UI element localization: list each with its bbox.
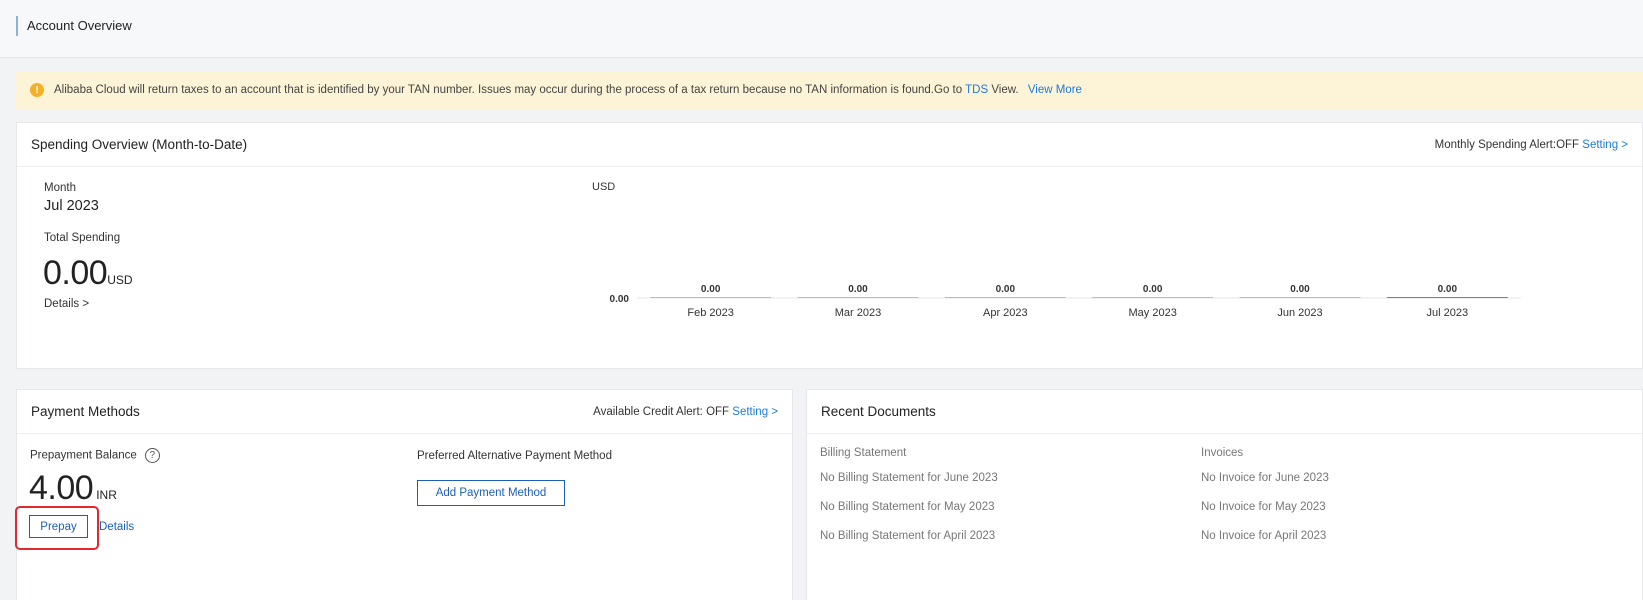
billing-item: No Billing Statement for May 2023 bbox=[820, 501, 995, 513]
chart-x-tick-label: Jul 2023 bbox=[1427, 307, 1469, 319]
chart-bar bbox=[1386, 297, 1508, 298]
page-header: Account Overview bbox=[0, 0, 1643, 58]
notice-view-text: View. bbox=[988, 84, 1019, 96]
total-spending-label: Total Spending bbox=[44, 232, 121, 244]
preferred-payment-label: Preferred Alternative Payment Method bbox=[417, 450, 612, 462]
help-icon[interactable]: ? bbox=[144, 448, 160, 463]
view-more-link[interactable]: View More bbox=[1028, 84, 1082, 96]
chart-x-tick-label: May 2023 bbox=[1129, 307, 1177, 319]
prepayment-balance-label-row: Prepayment Balance? bbox=[30, 448, 160, 463]
documents-card-header: Recent Documents bbox=[807, 390, 1642, 434]
invoices-header: Invoices bbox=[1201, 447, 1244, 459]
chart-x-tick-label: Feb 2023 bbox=[687, 307, 733, 319]
total-spending-value: 0.00 bbox=[43, 254, 108, 292]
credit-alert: Available Credit Alert: OFF Setting > bbox=[593, 406, 778, 418]
prepayment-balance-label: Prepayment Balance bbox=[30, 449, 137, 462]
notice-text-wrap: Alibaba Cloud will return taxes to an ac… bbox=[54, 84, 1082, 96]
payment-card-header: Payment Methods Available Credit Alert: … bbox=[17, 390, 792, 434]
total-spending-unit: USD bbox=[107, 273, 133, 287]
month-label: Month bbox=[44, 182, 76, 194]
chart-bar bbox=[797, 297, 919, 298]
billing-item: No Billing Statement for April 2023 bbox=[820, 530, 996, 542]
documents-title: Recent Documents bbox=[821, 404, 936, 419]
billing-item: No Billing Statement for June 2023 bbox=[820, 472, 998, 484]
tax-notice-banner: ! Alibaba Cloud will return taxes to an … bbox=[16, 71, 1643, 109]
prepay-button[interactable]: Prepay bbox=[29, 515, 88, 538]
chart-data-label: 0.00 bbox=[848, 284, 868, 295]
chart-data-label: 0.00 bbox=[1438, 284, 1458, 295]
credit-alert-text: Available Credit Alert: OFF bbox=[593, 405, 730, 418]
credit-alert-setting-link[interactable]: Setting > bbox=[732, 406, 778, 418]
chart-data-label: 0.00 bbox=[1290, 284, 1310, 295]
invoice-item: No Invoice for May 2023 bbox=[1201, 501, 1326, 513]
payment-title: Payment Methods bbox=[31, 404, 140, 419]
spending-overview-card: Spending Overview (Month-to-Date) Monthl… bbox=[16, 122, 1643, 369]
payment-details-link[interactable]: Details bbox=[99, 521, 134, 533]
tds-link[interactable]: TDS bbox=[965, 84, 988, 96]
chart-x-tick-label: Mar 2023 bbox=[835, 307, 881, 319]
chart-data-label: 0.00 bbox=[996, 284, 1016, 295]
page-title: Account Overview bbox=[16, 16, 132, 36]
invoice-item: No Invoice for June 2023 bbox=[1201, 472, 1329, 484]
spending-title: Spending Overview (Month-to-Date) bbox=[31, 137, 248, 152]
spending-card-header: Spending Overview (Month-to-Date) Monthl… bbox=[17, 123, 1642, 167]
chart-bar bbox=[650, 297, 772, 298]
spending-details-link[interactable]: Details > bbox=[44, 298, 89, 310]
payment-methods-card: Payment Methods Available Credit Alert: … bbox=[15, 389, 793, 600]
chart-y-tick-label: 0.00 bbox=[610, 294, 630, 305]
chart-bar bbox=[1239, 297, 1361, 298]
chart-bar bbox=[1092, 297, 1214, 298]
billing-statement-header: Billing Statement bbox=[820, 447, 907, 459]
add-payment-method-button[interactable]: Add Payment Method bbox=[417, 480, 565, 506]
chart-x-tick-label: Jun 2023 bbox=[1277, 307, 1322, 319]
chart-x-tick-label: Apr 2023 bbox=[983, 307, 1028, 319]
monthly-spending-chart: USD 0.00 0.00 Feb 2023 0.00 Mar 2023 0.00 Apr 2… bbox=[592, 181, 1521, 319]
chart-data-label: 0.00 bbox=[701, 284, 721, 295]
monthly-alert-text: Monthly Spending Alert:OFF bbox=[1434, 138, 1580, 151]
monthly-alert-setting-link[interactable]: Setting > bbox=[1582, 139, 1628, 151]
chart-y-unit-label: USD bbox=[592, 181, 615, 193]
total-spending-amount: 0.00USD bbox=[43, 254, 133, 293]
chart-bar bbox=[944, 297, 1066, 298]
prepayment-balance-value: 4.00 bbox=[29, 469, 94, 507]
recent-documents-card: Recent Documents Billing Statement Invoi… bbox=[806, 389, 1643, 600]
invoice-item: No Invoice for April 2023 bbox=[1201, 530, 1327, 542]
month-value: Jul 2023 bbox=[44, 198, 99, 214]
chart-data-label: 0.00 bbox=[1143, 284, 1163, 295]
warning-icon: ! bbox=[30, 83, 44, 97]
monthly-alert: Monthly Spending Alert:OFF Setting > bbox=[1435, 139, 1628, 151]
notice-text: Alibaba Cloud will return taxes to an ac… bbox=[54, 84, 966, 96]
prepayment-balance-unit: INR bbox=[96, 488, 117, 502]
prepayment-balance-amount: 4.00 INR bbox=[29, 469, 117, 508]
